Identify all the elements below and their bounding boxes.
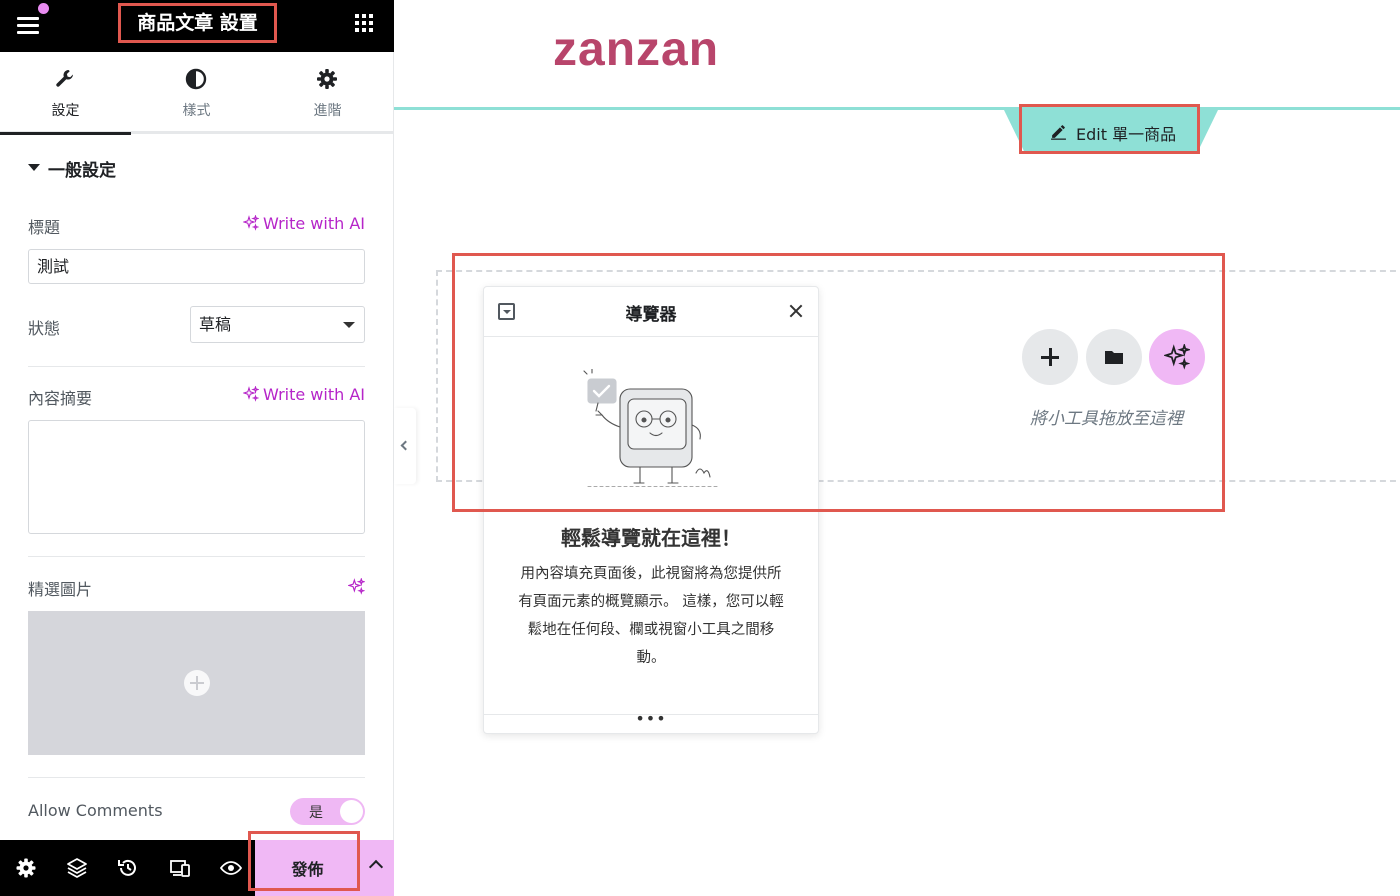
site-logo[interactable]: zanzan (553, 22, 719, 77)
layers-icon[interactable] (65, 856, 89, 880)
navigator-heading: 輕鬆導覽就在這裡！ (561, 526, 741, 550)
excerpt-write-with-ai-link[interactable]: Write with AI (242, 385, 365, 404)
tab-settings[interactable]: 設定 (0, 52, 131, 135)
publish-button[interactable]: 發佈 (255, 840, 360, 896)
featured-image-label: 精選圖片 (28, 580, 93, 599)
hamburger-menu-button[interactable] (14, 12, 42, 38)
divider (28, 556, 365, 557)
chevron-down-icon (343, 322, 355, 328)
eye-icon[interactable] (219, 856, 243, 880)
gear-icon (317, 69, 337, 89)
tab-advanced-label: 進階 (313, 103, 342, 119)
toggle-knob (340, 800, 363, 823)
robot-illustration (583, 369, 719, 487)
title-write-with-ai-link[interactable]: Write with AI (242, 214, 365, 233)
chevron-up-icon (368, 859, 384, 875)
featured-image-dropzone[interactable] (28, 611, 365, 755)
allow-comments-label: Allow Comments (28, 801, 163, 820)
navigator-title: 導覽器 (625, 305, 677, 325)
header-border (394, 107, 1400, 110)
ai-link-label: Write with AI (262, 214, 365, 233)
templates-button[interactable] (1086, 329, 1142, 385)
status-select[interactable]: 草稿 (190, 306, 365, 343)
excerpt-textarea[interactable] (28, 420, 365, 534)
notification-dot (38, 3, 49, 14)
ai-link-label: Write with AI (262, 385, 365, 404)
title-label: 標題 (28, 218, 61, 237)
tab-advanced[interactable]: 進階 (262, 52, 393, 132)
featured-image-ai-button[interactable] (347, 577, 366, 599)
sparkle-icon (242, 385, 260, 402)
plus-circle-icon (184, 670, 210, 696)
contrast-icon (185, 68, 207, 90)
panel-tabs: 設定 樣式 進階 (0, 52, 394, 135)
navigator-description: 用內容填充頁面後，此視窗將為您提供所有頁面元素的概覽顯示。 這樣，您可以輕鬆地在… (518, 566, 784, 666)
more-dots-icon: ••• (635, 709, 667, 728)
navigator-resize-handle[interactable]: ••• (484, 709, 818, 734)
close-icon[interactable] (786, 301, 806, 321)
publish-options-button[interactable] (360, 840, 394, 896)
toggle-label: 是 (309, 805, 323, 821)
tab-settings-label: 設定 (51, 103, 80, 119)
panel-header: 商品文章 設置 (0, 0, 394, 52)
divider (28, 366, 365, 367)
status-label: 狀態 (28, 319, 61, 338)
editor-panel: 商品文章 設置 設定 樣式 進階 一般設定 標題 Write with AI 測… (0, 0, 394, 896)
edit-template-button[interactable]: Edit 單一商品 (1022, 112, 1197, 150)
chevron-left-icon (400, 440, 411, 451)
panel-title: 商品文章 設置 (118, 3, 277, 43)
folder-icon (1105, 351, 1123, 364)
divider (28, 777, 365, 778)
tab-style-label: 樣式 (182, 103, 211, 119)
wrench-icon (56, 70, 73, 87)
allow-comments-toggle[interactable]: 是 (290, 798, 365, 825)
tab-style[interactable]: 樣式 (131, 52, 262, 132)
section-title: 一般設定 (48, 161, 116, 181)
ai-generate-button[interactable] (1149, 329, 1205, 385)
sparkle-icon (347, 577, 366, 595)
collapse-panel-button[interactable] (394, 408, 416, 484)
sparkle-icon (1164, 344, 1190, 370)
responsive-icon[interactable] (168, 856, 192, 880)
history-icon[interactable] (116, 856, 140, 880)
navigator-panel: 導覽器 輕鬆導覽就在這裡！ 用內容填充頁面後，此視窗將為您提供所有頁面元素的概覽… (483, 286, 819, 734)
publish-label: 發佈 (291, 860, 324, 879)
apps-grid-icon[interactable] (355, 14, 375, 34)
pencil-icon (1051, 125, 1066, 140)
gear-icon[interactable] (14, 856, 38, 880)
caret-down-icon (28, 164, 40, 171)
sparkle-icon (242, 214, 260, 231)
drop-hint-text: 將小工具拖放至這裡 (1030, 409, 1183, 429)
navigator-header[interactable]: 導覽器 (484, 287, 818, 337)
panel-bottom-bar: 發佈 (0, 840, 394, 896)
add-section-button[interactable] (1022, 329, 1078, 385)
status-select-value: 草稿 (199, 315, 232, 334)
title-input[interactable]: 測試 (28, 249, 365, 284)
edit-template-label: Edit 單一商品 (1076, 125, 1177, 144)
excerpt-label: 內容摘要 (28, 389, 93, 408)
